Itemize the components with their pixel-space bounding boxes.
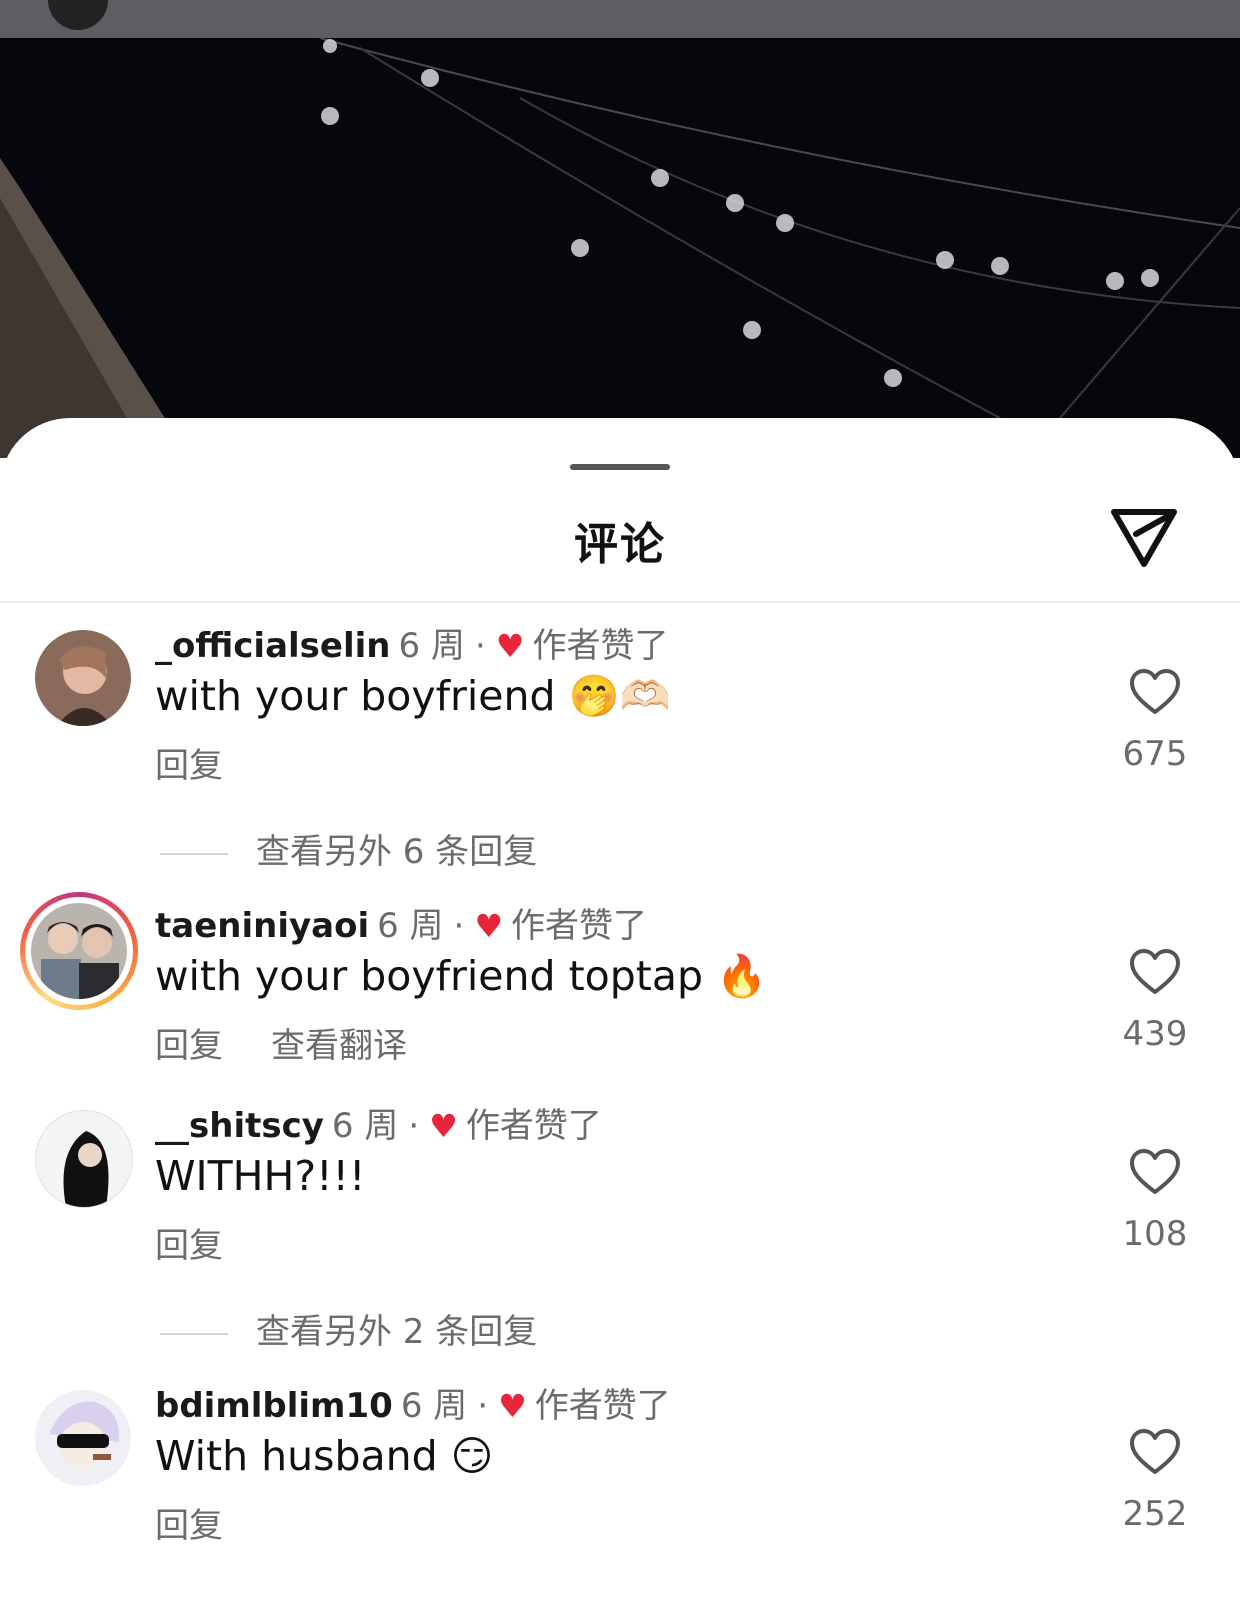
like-button[interactable]: 439: [1120, 948, 1190, 1054]
reply-button[interactable]: 回复: [155, 1506, 223, 1546]
avatar[interactable]: [35, 630, 131, 726]
translate-button[interactable]: 查看翻译: [271, 1026, 407, 1066]
view-replies-label[interactable]: 查看另外 6 条回复: [256, 832, 537, 872]
avatar[interactable]: [35, 1110, 133, 1208]
comments-sheet: 评论 _officialselin 6 周 · ♥ 作者赞了 with your boy…: [0, 418, 1240, 1613]
like-button[interactable]: 675: [1120, 668, 1190, 774]
string-lights-image: [0, 38, 1240, 458]
comment-actions: 回复: [155, 1498, 223, 1547]
poster-avatar[interactable]: [48, 0, 108, 30]
reply-button[interactable]: 回复: [155, 1026, 223, 1066]
comment-text: With husband 😏: [155, 1432, 494, 1480]
separator-dot: ·: [474, 626, 486, 666]
separator-dot: ·: [408, 1106, 420, 1146]
heart-outline-icon[interactable]: [1129, 668, 1181, 716]
author-liked-label: 作者赞了: [532, 626, 669, 666]
sheet-title: 评论: [574, 519, 666, 570]
like-count: 108: [1122, 1214, 1188, 1254]
comment-age: 6 周: [398, 626, 465, 666]
view-replies-button[interactable]: 查看另外 6 条回复: [160, 824, 537, 873]
divider: [0, 601, 1240, 603]
author-liked-label: 作者赞了: [534, 1386, 671, 1426]
heart-outline-icon[interactable]: [1129, 1428, 1181, 1476]
comment-text: with your boyfriend toptap 🔥: [155, 952, 768, 1000]
red-heart-icon: ♥: [495, 627, 525, 665]
comment-actions: 回复: [155, 1218, 223, 1267]
username[interactable]: bdimlblim10: [155, 1386, 393, 1426]
like-count: 439: [1122, 1014, 1188, 1054]
top-bar: [0, 0, 1240, 38]
post-photo: [0, 38, 1240, 458]
avatar[interactable]: [31, 903, 127, 999]
author-liked-label: 作者赞了: [465, 1106, 602, 1146]
replies-line: [160, 852, 228, 855]
separator-dot: ·: [477, 1386, 489, 1426]
avatar[interactable]: [35, 1390, 131, 1486]
send-icon[interactable]: [1108, 500, 1180, 572]
comment-meta: __shitscy 6 周 · ♥ 作者赞了: [155, 1098, 602, 1147]
heart-outline-icon[interactable]: [1129, 1148, 1181, 1196]
red-heart-icon: ♥: [474, 907, 504, 945]
author-liked-label: 作者赞了: [511, 906, 648, 946]
comment-text: with your boyfriend 🤭🫶🏻: [155, 672, 671, 720]
comment-age: 6 周: [331, 1106, 399, 1146]
comment-actions: 回复 查看翻译: [155, 1018, 407, 1067]
comment-meta: taeniniyaoi 6 周 · ♥ 作者赞了: [155, 898, 647, 947]
separator-dot: ·: [453, 906, 465, 946]
story-ring[interactable]: [20, 892, 138, 1010]
like-button[interactable]: 108: [1120, 1148, 1190, 1254]
comment-meta: bdimlblim10 6 周 · ♥ 作者赞了: [155, 1378, 671, 1427]
comment-age: 6 周: [377, 906, 444, 946]
like-count: 252: [1122, 1494, 1188, 1534]
reply-button[interactable]: 回复: [155, 1226, 223, 1266]
username[interactable]: __shitscy: [155, 1106, 324, 1146]
view-replies-button[interactable]: 查看另外 2 条回复: [160, 1304, 537, 1353]
username[interactable]: _officialselin: [155, 626, 391, 666]
comment-actions: 回复: [155, 738, 223, 787]
replies-line: [160, 1332, 228, 1335]
comment-meta: _officialselin 6 周 · ♥ 作者赞了: [155, 618, 668, 667]
red-heart-icon: ♥: [429, 1107, 458, 1145]
reply-button[interactable]: 回复: [155, 746, 223, 786]
red-heart-icon: ♥: [498, 1387, 527, 1425]
like-button[interactable]: 252: [1120, 1428, 1190, 1534]
username[interactable]: taeniniyaoi: [155, 906, 369, 946]
drag-handle[interactable]: [570, 464, 670, 470]
view-replies-label[interactable]: 查看另外 2 条回复: [256, 1312, 537, 1352]
heart-outline-icon[interactable]: [1129, 948, 1181, 996]
comment-age: 6 周: [400, 1386, 468, 1426]
like-count: 675: [1122, 734, 1188, 774]
comment-text: WITHH?!!!: [155, 1152, 366, 1200]
